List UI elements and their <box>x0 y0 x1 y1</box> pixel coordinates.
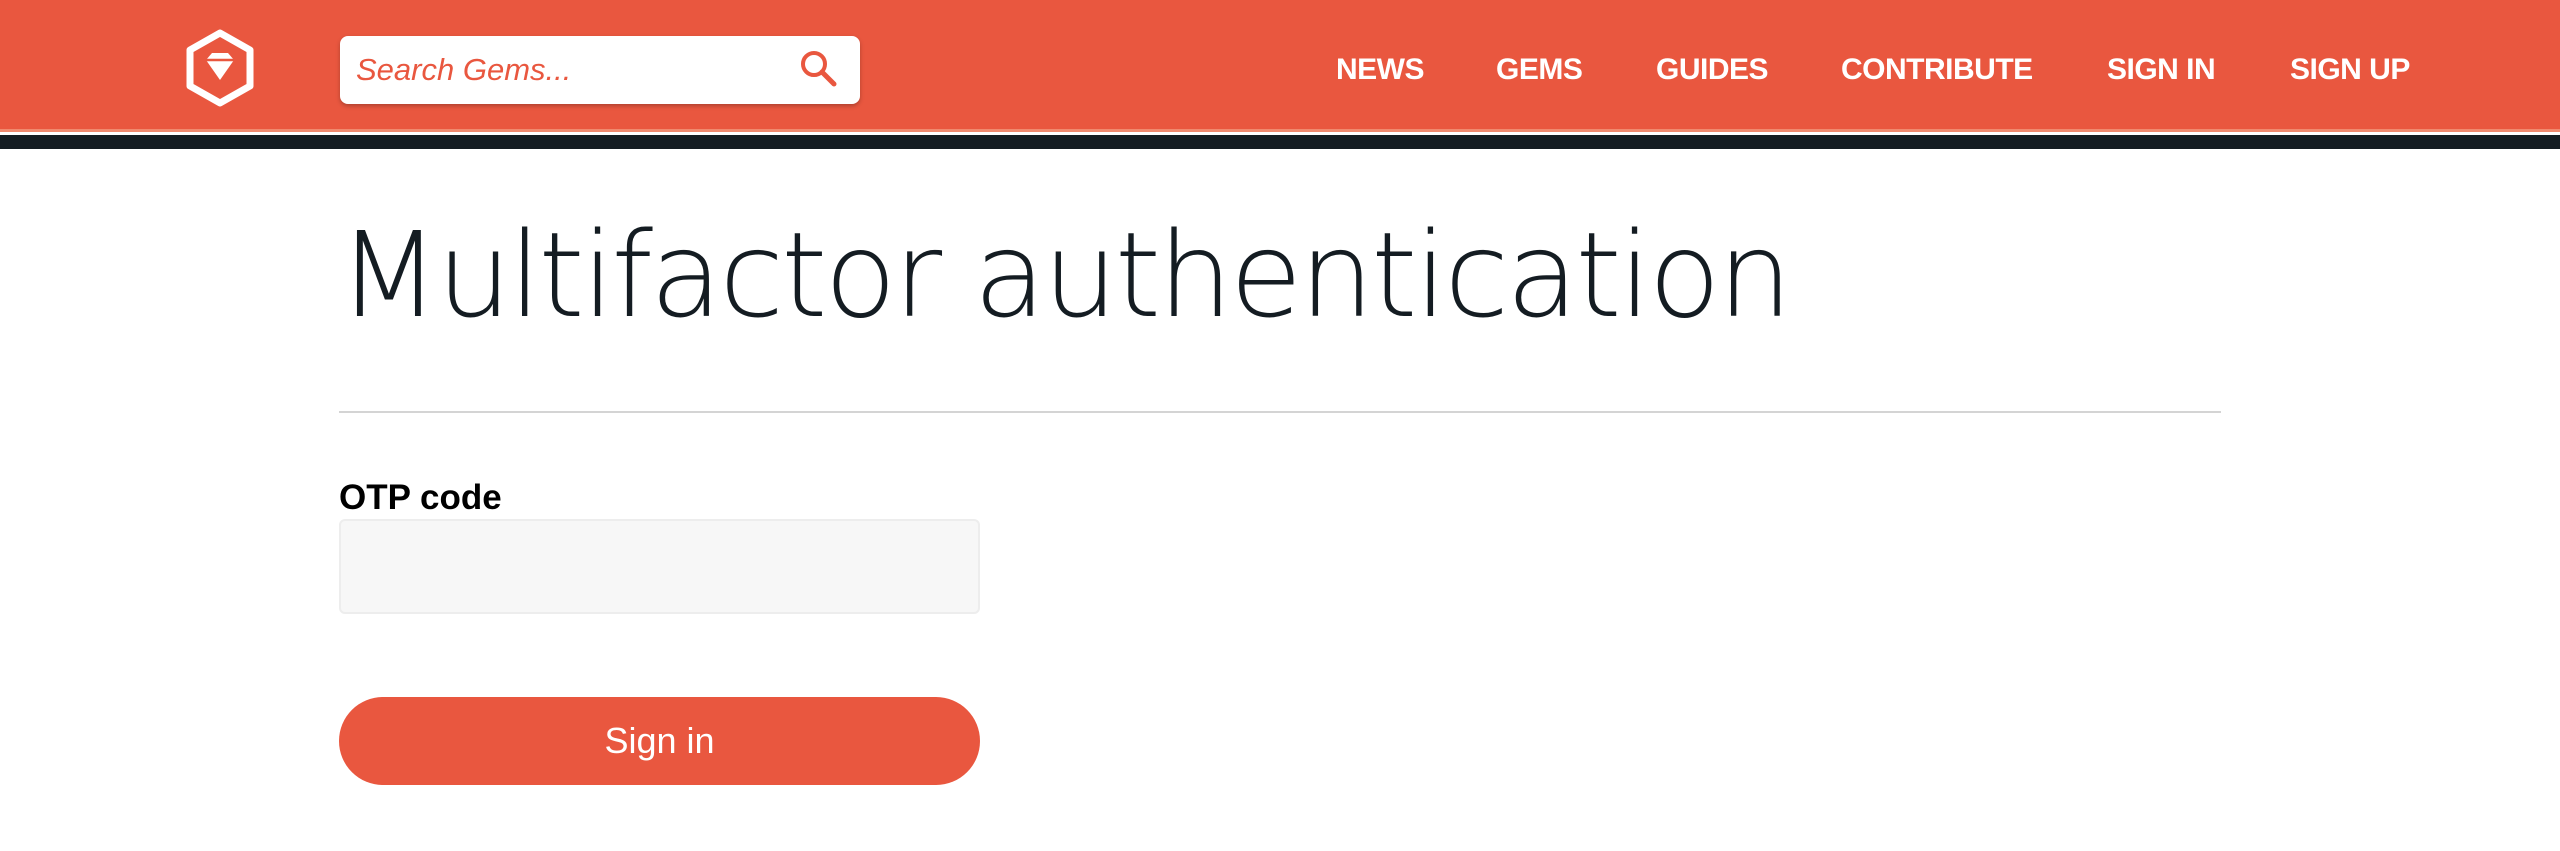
nav-guides[interactable]: GUIDES <box>1656 50 1769 90</box>
logo-link[interactable] <box>180 28 260 108</box>
nav-sign-in[interactable]: SIGN IN <box>2107 50 2216 90</box>
search-box <box>340 36 860 104</box>
title-divider <box>339 411 2221 413</box>
nav-contribute[interactable]: CONTRIBUTE <box>1841 50 2033 90</box>
site-header: NEWS GEMS GUIDES CONTRIBUTE SIGN IN SIGN… <box>0 0 2560 132</box>
otp-code-input[interactable] <box>339 519 980 614</box>
hexagon-gem-icon <box>186 29 254 107</box>
sign-in-button[interactable]: Sign in <box>339 697 980 785</box>
header-dark-band <box>0 135 2560 149</box>
nav-gems[interactable]: GEMS <box>1496 50 1583 90</box>
nav-news[interactable]: NEWS <box>1336 50 1425 90</box>
page-title: Multifactor authentication <box>338 206 1792 344</box>
otp-code-label: OTP code <box>339 478 502 517</box>
nav-sign-up[interactable]: SIGN UP <box>2290 50 2410 90</box>
search-input[interactable] <box>356 36 776 104</box>
search-icon[interactable] <box>798 48 838 88</box>
